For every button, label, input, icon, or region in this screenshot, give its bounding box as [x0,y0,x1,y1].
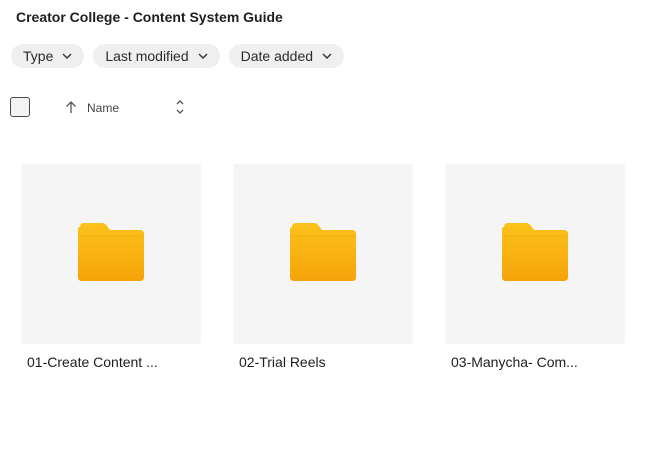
chevron-down-icon [198,53,208,59]
folder-thumbnail [233,164,413,344]
sort-column-label[interactable]: Name [87,101,119,115]
filter-type-button[interactable]: Type [11,44,85,68]
folder-name: 02-Trial Reels [239,354,326,370]
filter-last-modified-button[interactable]: Last modified [93,44,220,68]
folder-grid: 01-Create Content ... 02-Trial Reels 03-… [21,164,625,370]
sort-toggle-icon[interactable] [175,99,185,115]
folder-name: 03-Manycha- Com... [451,354,578,370]
filter-date-added-button[interactable]: Date added [228,44,345,68]
folder-icon [290,222,356,286]
folder-icon [78,222,144,286]
folder-thumbnail [21,164,201,344]
chevron-down-icon [322,53,332,59]
filter-label: Last modified [105,48,189,64]
folder-tile[interactable]: 03-Manycha- Com... [445,164,625,370]
select-all-checkbox[interactable] [10,97,30,117]
filter-label: Date added [240,48,314,64]
folder-tile[interactable]: 02-Trial Reels [233,164,413,370]
page-title: Creator College - Content System Guide [16,9,283,25]
folder-tile[interactable]: 01-Create Content ... [21,164,201,370]
folder-name: 01-Create Content ... [27,354,158,370]
filter-label: Type [23,48,54,64]
folder-icon [502,222,568,286]
sort-ascending-icon[interactable] [65,100,77,114]
filter-bar: Type Last modified Date added [11,44,345,68]
chevron-down-icon [62,53,72,59]
folder-thumbnail [445,164,625,344]
sort-bar: Name [10,97,200,119]
